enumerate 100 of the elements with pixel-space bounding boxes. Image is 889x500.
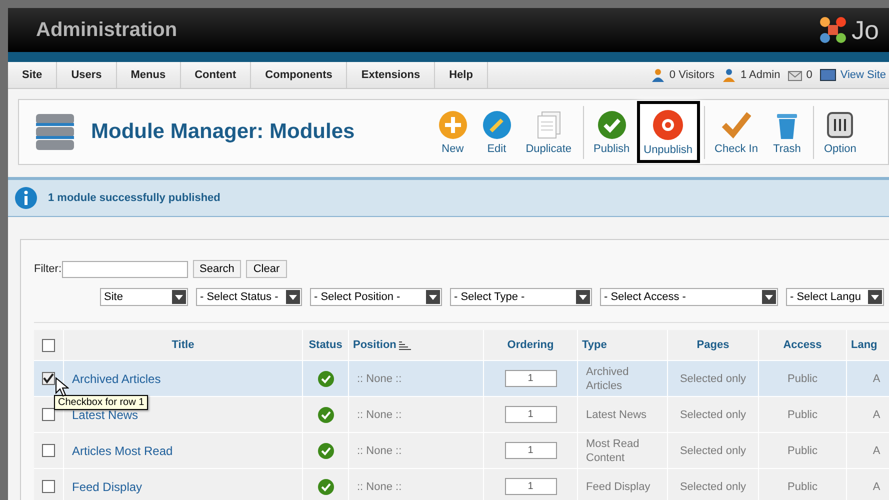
module-title-link[interactable]: Feed Display: [72, 480, 142, 494]
toolbar-button[interactable]: Unpublish: [636, 101, 700, 163]
table-row[interactable]: Articles Most Read :: None :: 1 Most Read Content Selected only Public A: [34, 433, 889, 469]
column-header[interactable]: Title: [172, 339, 194, 351]
table-cell: :: None ::: [357, 444, 402, 456]
check-icon: [596, 110, 627, 140]
tooltip: Checkbox for row 1: [54, 395, 148, 410]
table-row[interactable]: Feed Display :: None :: 1 Feed Display Selected only Public A: [34, 469, 889, 500]
table-cell: Latest News: [586, 408, 647, 422]
checkbox[interactable]: [42, 372, 55, 385]
check-icon[interactable]: [318, 406, 334, 422]
column-header[interactable]: Ordering: [507, 339, 554, 351]
caret-icon: [579, 294, 587, 300]
column-header[interactable]: Status: [308, 339, 342, 351]
table-cell: Public: [788, 444, 818, 456]
menu-item[interactable]: Menus: [116, 62, 181, 88]
table-cell: Feed Display: [586, 480, 650, 494]
user-icon: [722, 68, 736, 82]
mouse-cursor-icon: [55, 377, 69, 397]
header-title: Administration: [36, 18, 178, 42]
column-header[interactable]: Pages: [696, 339, 730, 351]
table-cell-text: Most Read Content: [586, 436, 640, 464]
sort-icon[interactable]: [399, 340, 412, 350]
info-icon: [14, 186, 38, 210]
table-row[interactable]: Archived Articles :: None :: 1 Archived Articles Selected only Public A: [34, 361, 889, 397]
caret-icon: [175, 294, 183, 300]
table-cell: A: [872, 444, 880, 456]
column-header[interactable]: Access: [783, 339, 822, 351]
stacked-bars-icon: [35, 112, 75, 152]
ordering-field[interactable]: 1: [504, 370, 556, 387]
filter-button[interactable]: Search: [192, 260, 242, 278]
table-cell: Public: [788, 480, 818, 492]
select-dropdown[interactable]: - Select Type -: [450, 288, 592, 306]
toolbar-button[interactable]: Check In: [704, 106, 765, 158]
select-dropdown[interactable]: - Select Access -: [600, 288, 778, 306]
table-cell: Selected only: [680, 372, 746, 384]
check-icon[interactable]: [318, 442, 334, 458]
ordering-field[interactable]: 1: [504, 478, 556, 495]
column-header[interactable]: Type: [582, 339, 607, 351]
menu-item[interactable]: Help: [435, 62, 488, 88]
caret-icon: [429, 294, 437, 300]
table-cell-text: Archived Articles: [586, 364, 630, 392]
toolbar-button[interactable]: New: [430, 106, 475, 158]
caret-icon: [871, 294, 879, 300]
logo-text: Jo: [852, 14, 879, 46]
checkbox[interactable]: [42, 444, 55, 457]
filter-label: Filter:: [34, 263, 62, 275]
module-title-link[interactable]: Articles Most Read: [72, 444, 173, 458]
module-title-link[interactable]: Archived Articles: [72, 372, 161, 386]
toolbar-button[interactable]: Edit: [474, 106, 519, 158]
flower-logo-icon: [818, 15, 848, 45]
toolbar-button[interactable]: Option: [812, 106, 864, 158]
menu-item[interactable]: Extensions: [347, 62, 436, 88]
module-title-link[interactable]: Latest News: [72, 408, 138, 422]
table-cell: Selected only: [680, 480, 746, 492]
checkbox[interactable]: [42, 338, 55, 352]
table-cell: Public: [788, 372, 818, 384]
table-cell: Public: [788, 408, 818, 420]
select-dropdown[interactable]: - Select Status -: [196, 288, 302, 306]
table-cell: Selected only: [680, 408, 746, 420]
status-text: 0: [806, 69, 812, 81]
stop-icon: [652, 108, 684, 140]
pencil-icon: [482, 110, 512, 140]
table-cell: :: None ::: [357, 480, 402, 492]
message-text: 1 module successfully published: [48, 192, 220, 204]
table-cell: :: None ::: [357, 372, 402, 384]
toolbar-button[interactable]: Trash: [764, 106, 809, 158]
toolbar-button[interactable]: Publish: [582, 106, 637, 158]
page-title: Module Manager: Modules: [91, 120, 355, 144]
menu-item[interactable]: Content: [180, 62, 252, 88]
monitor-icon: [820, 69, 836, 81]
column-header[interactable]: Lang: [851, 339, 878, 351]
filter-field[interactable]: [62, 260, 188, 278]
check-icon: [721, 110, 752, 140]
checkbox[interactable]: [42, 408, 55, 421]
ordering-field[interactable]: 1: [504, 442, 556, 459]
table-cell: A: [872, 408, 880, 420]
checkbox[interactable]: [42, 480, 55, 493]
caret-icon: [289, 294, 297, 300]
check-icon[interactable]: [318, 478, 334, 494]
menu-item[interactable]: Site: [8, 62, 58, 88]
caret-icon: [765, 294, 773, 300]
select-dropdown[interactable]: Site: [100, 288, 188, 306]
settings-icon: [825, 110, 856, 140]
table-cell: A: [872, 372, 880, 384]
column-header[interactable]: Position: [353, 339, 396, 351]
table-cell: :: None ::: [357, 408, 402, 420]
menu-item[interactable]: Users: [57, 62, 117, 88]
toolbar-button[interactable]: Duplicate: [518, 106, 579, 158]
table-cell: Selected only: [680, 444, 746, 456]
ordering-field[interactable]: 1: [504, 406, 556, 423]
menu-item[interactable]: Components: [251, 62, 348, 88]
user-icon: [651, 68, 666, 82]
check-icon[interactable]: [318, 370, 334, 386]
filter-button[interactable]: Clear: [246, 260, 287, 278]
select-dropdown[interactable]: - Select Position -: [310, 288, 442, 306]
status-text: 1 Admin: [740, 69, 780, 81]
status-text: 0 Visitors: [669, 69, 714, 81]
select-dropdown[interactable]: - Select Langu: [786, 288, 884, 306]
view-site-link[interactable]: View Site: [840, 69, 886, 81]
